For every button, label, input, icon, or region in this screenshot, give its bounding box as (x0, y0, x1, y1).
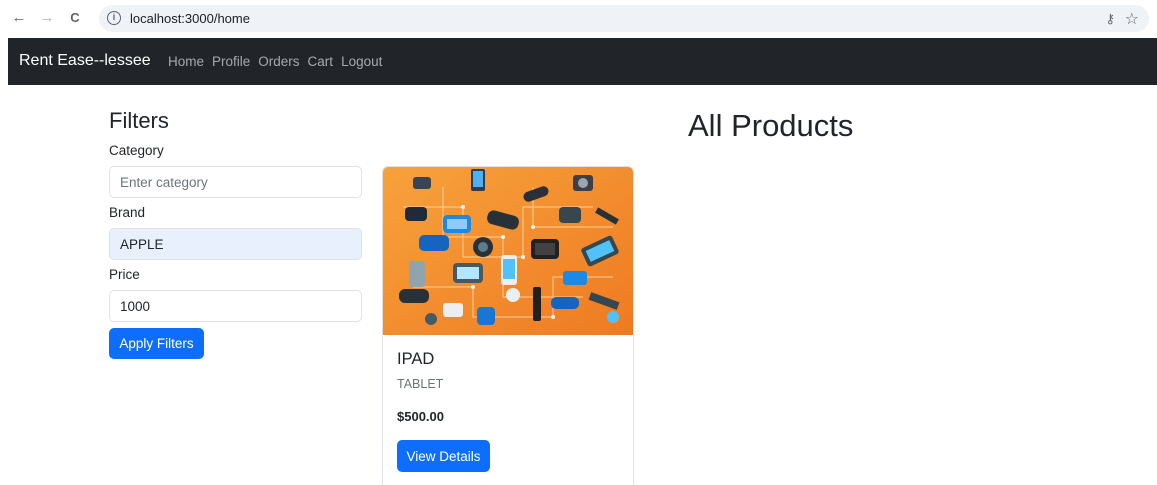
product-category: TABLET (397, 377, 444, 391)
category-label: Category (109, 143, 164, 158)
price-input[interactable] (109, 290, 362, 322)
filters-title: Filters (109, 108, 169, 133)
filters-panel: Filters Category Brand Price Apply Filte… (109, 108, 362, 359)
address-url[interactable]: localhost:3000/home (130, 11, 250, 26)
product-price: $500.00 (397, 409, 444, 424)
nav-link-orders[interactable]: Orders (258, 54, 299, 69)
brand-label: Brand (109, 205, 146, 220)
nav-link-cart[interactable]: Cart (308, 54, 334, 69)
products-title: All Products (688, 108, 854, 143)
navbar-brand[interactable]: Rent Ease--lessee (19, 52, 151, 70)
nav-links: Home Profile Orders Cart Logout (168, 54, 390, 69)
product-card-body: IPAD TABLET $500.00 View Details (383, 335, 633, 485)
apply-filters-button[interactable]: Apply Filters (109, 328, 204, 359)
reload-icon[interactable]: C (66, 9, 84, 27)
product-image (383, 167, 633, 335)
bookmark-star-icon[interactable]: ☆ (1125, 9, 1139, 29)
back-arrow-icon[interactable]: ← (10, 9, 28, 27)
brand-input[interactable] (109, 228, 362, 260)
nav-link-profile[interactable]: Profile (212, 54, 250, 69)
nav-link-logout[interactable]: Logout (341, 54, 382, 69)
category-input[interactable] (109, 166, 362, 198)
key-icon[interactable]: ⚷ (1105, 11, 1115, 27)
price-label: Price (109, 267, 140, 282)
product-card: IPAD TABLET $500.00 View Details (382, 166, 634, 485)
forward-arrow-icon[interactable]: → (38, 9, 56, 27)
browser-toolbar: ← → C i localhost:3000/home ⚷ ☆ (0, 0, 1157, 37)
view-details-button[interactable]: View Details (397, 440, 490, 472)
site-info-icon[interactable]: i (107, 11, 121, 25)
address-bar[interactable]: i localhost:3000/home ⚷ ☆ (99, 5, 1149, 32)
product-name: IPAD (397, 350, 435, 368)
nav-link-home[interactable]: Home (168, 54, 204, 69)
top-navbar: Rent Ease--lessee Home Profile Orders Ca… (8, 38, 1157, 85)
